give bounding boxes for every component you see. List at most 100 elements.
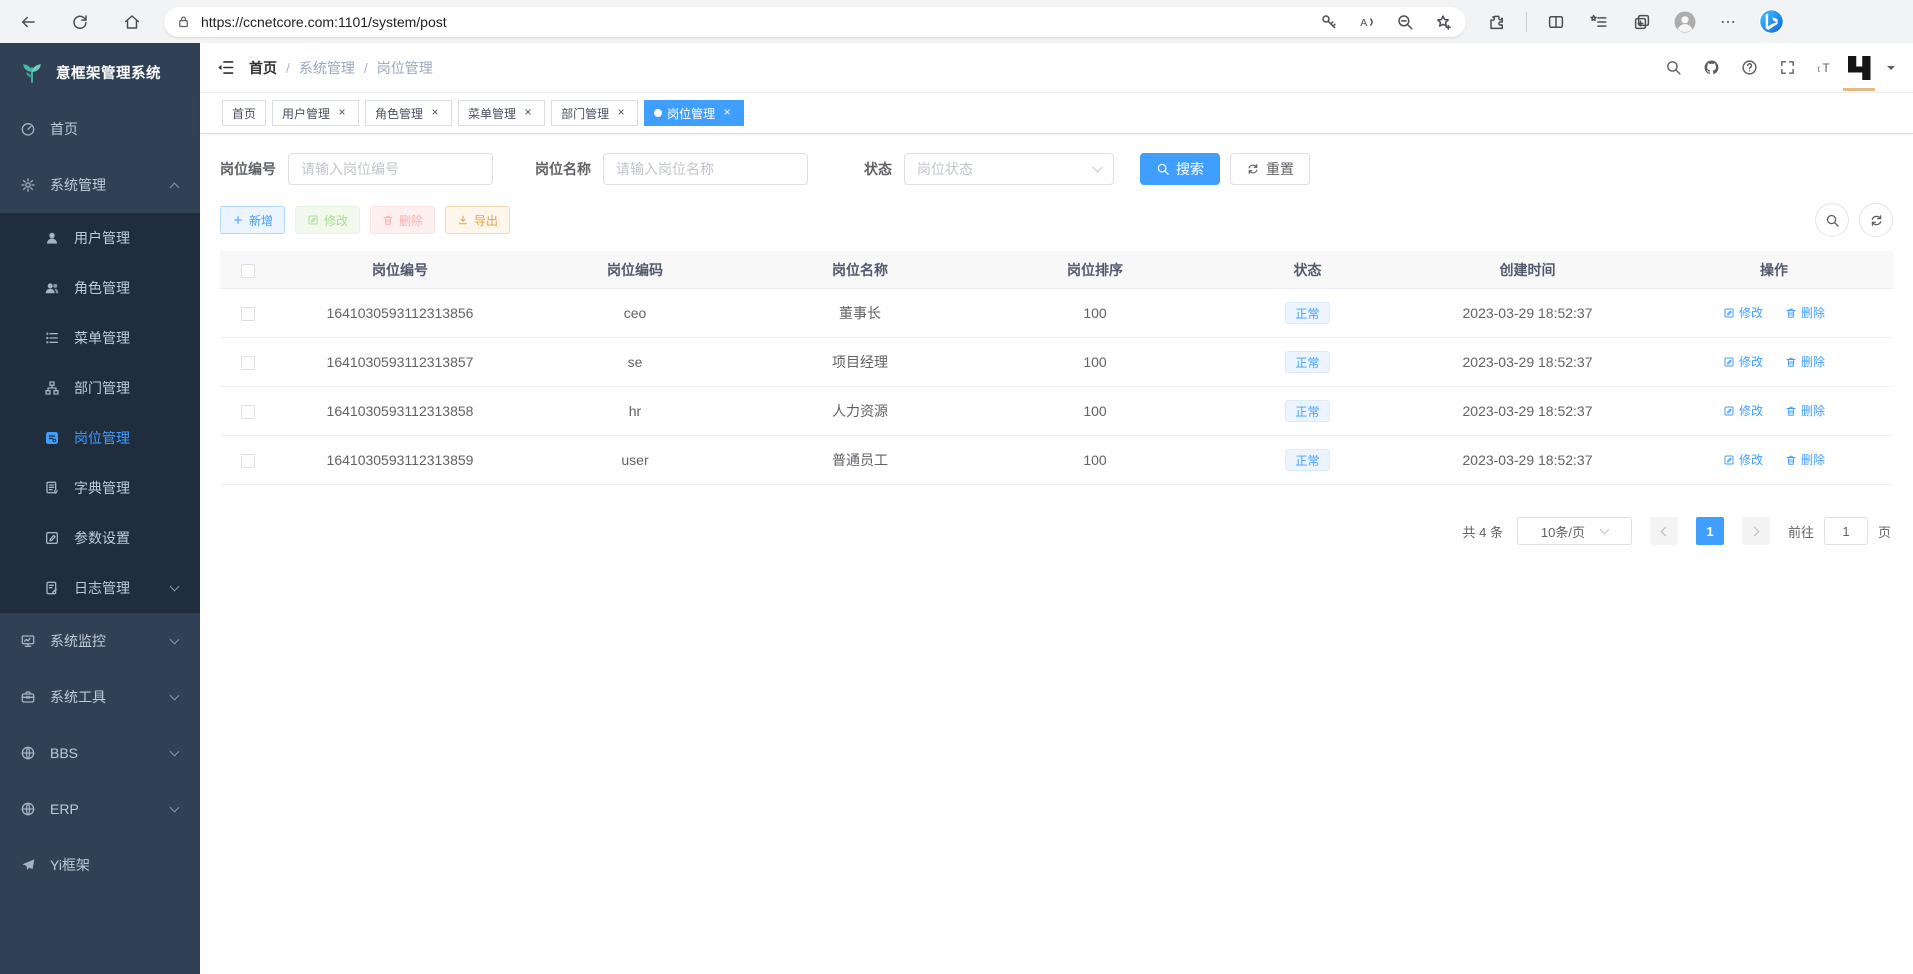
tab-角色管理[interactable]: 角色管理	[365, 100, 452, 126]
col-post-code: 岗位编码	[525, 260, 745, 280]
toggle-search-button[interactable]	[1815, 203, 1849, 237]
row-checkbox[interactable]	[241, 307, 255, 321]
row-delete-link[interactable]: 删除	[1785, 304, 1825, 321]
zoom-out-icon[interactable]	[1394, 11, 1416, 33]
breadcrumb-home[interactable]: 首页	[249, 58, 277, 78]
post-code-input[interactable]	[288, 153, 493, 185]
sidebar-item-参数设置[interactable]: 参数设置	[0, 513, 200, 563]
chevron-down-icon	[1093, 163, 1103, 173]
sidebar-toggle-icon[interactable]	[216, 58, 235, 77]
avatar[interactable]	[1842, 50, 1878, 86]
tab-首页[interactable]: 首页	[222, 100, 266, 126]
close-icon[interactable]	[428, 106, 442, 120]
search-button[interactable]: 搜索	[1140, 153, 1220, 185]
prev-page-button[interactable]	[1650, 517, 1678, 545]
refresh-icon[interactable]	[66, 8, 94, 36]
close-icon[interactable]	[720, 106, 734, 120]
tab-部门管理[interactable]: 部门管理	[551, 100, 638, 126]
bing-icon[interactable]	[1757, 8, 1785, 36]
extensions-icon[interactable]	[1483, 8, 1511, 36]
split-screen-icon[interactable]	[1542, 8, 1570, 36]
globe-icon	[20, 745, 36, 761]
close-icon[interactable]	[614, 106, 628, 120]
row-delete-link[interactable]: 删除	[1785, 402, 1825, 419]
add-button[interactable]: 新增	[220, 206, 285, 234]
search-icon[interactable]	[1665, 59, 1682, 76]
status-badge: 正常	[1285, 400, 1329, 422]
close-icon[interactable]	[521, 106, 535, 120]
sidebar-item-Yi框架[interactable]: Yi框架	[0, 837, 200, 893]
refresh-table-button[interactable]	[1859, 203, 1893, 237]
key-icon[interactable]	[1318, 11, 1340, 33]
font-size-icon[interactable]: tT	[1817, 59, 1834, 76]
post-name-input[interactable]	[603, 153, 808, 185]
row-edit-link[interactable]: 修改	[1723, 451, 1763, 468]
app-logo[interactable]: 意框架管理系统	[0, 43, 200, 101]
select-all-checkbox[interactable]	[241, 264, 255, 278]
tab-岗位管理[interactable]: 岗位管理	[644, 100, 744, 126]
row-checkbox[interactable]	[241, 405, 255, 419]
status-select[interactable]: 岗位状态	[904, 153, 1114, 185]
profile-icon[interactable]	[1671, 8, 1699, 36]
sidebar-item-BBS[interactable]: BBS	[0, 725, 200, 781]
row-delete-link[interactable]: 删除	[1785, 353, 1825, 370]
edit-button[interactable]: 修改	[295, 206, 360, 234]
cell-create-time: 2023-03-29 18:52:37	[1400, 354, 1655, 370]
sidebar-item-用户管理[interactable]: 用户管理	[0, 213, 200, 263]
delete-button[interactable]: 删除	[370, 206, 435, 234]
sidebar-item-系统监控[interactable]: 系统监控	[0, 613, 200, 669]
browser-nav-icons	[14, 8, 146, 36]
page-size-select[interactable]: 10条/页	[1517, 517, 1632, 545]
read-aloud-icon[interactable]: A	[1356, 11, 1378, 33]
cell-create-time: 2023-03-29 18:52:37	[1400, 305, 1655, 321]
sidebar-item-角色管理[interactable]: 角色管理	[0, 263, 200, 313]
sidebar-item-系统工具[interactable]: 系统工具	[0, 669, 200, 725]
plus-icon	[232, 214, 244, 226]
address-bar[interactable]: https://ccnetcore.com:1101/system/post A	[164, 7, 1466, 37]
question-icon[interactable]	[1741, 59, 1758, 76]
sidebar-item-首页[interactable]: 首页	[0, 101, 200, 157]
tab-用户管理[interactable]: 用户管理	[272, 100, 359, 126]
next-page-button[interactable]	[1742, 517, 1770, 545]
row-edit-link[interactable]: 修改	[1723, 304, 1763, 321]
row-delete-link[interactable]: 删除	[1785, 451, 1825, 468]
sidebar-item-日志管理[interactable]: 日志管理	[0, 563, 200, 613]
sidebar-item-ERP[interactable]: ERP	[0, 781, 200, 837]
table-header: 岗位编号 岗位编码 岗位名称 岗位排序 状态 创建时间 操作	[220, 251, 1893, 289]
col-post-sort: 岗位排序	[975, 260, 1215, 280]
cell-post-sort: 100	[975, 305, 1215, 321]
sidebar-item-岗位管理[interactable]: 岗位管理	[0, 413, 200, 463]
total-count: 共 4 条	[1463, 522, 1503, 541]
sidebar-item-字典管理[interactable]: 字典管理	[0, 463, 200, 513]
goto-page-input[interactable]	[1824, 517, 1868, 545]
export-button[interactable]: 导出	[445, 206, 510, 234]
chevron-icon	[170, 802, 180, 812]
edit-icon	[1723, 356, 1735, 368]
row-edit-link[interactable]: 修改	[1723, 353, 1763, 370]
table-body: 1641030593112313856 ceo 董事长 100 正常 2023-…	[220, 289, 1893, 485]
url-text[interactable]: https://ccnetcore.com:1101/system/post	[201, 14, 1318, 30]
cell-post-name: 董事长	[745, 303, 975, 323]
sidebar-item-菜单管理[interactable]: 菜单管理	[0, 313, 200, 363]
tab-菜单管理[interactable]: 菜单管理	[458, 100, 545, 126]
row-checkbox[interactable]	[241, 454, 255, 468]
favorite-add-icon[interactable]	[1432, 11, 1454, 33]
reset-button[interactable]: 重置	[1230, 153, 1310, 185]
github-icon[interactable]	[1703, 59, 1720, 76]
toolbox-icon	[20, 689, 36, 705]
row-checkbox[interactable]	[241, 356, 255, 370]
home-icon[interactable]	[118, 8, 146, 36]
back-icon[interactable]	[14, 8, 42, 36]
page-number-current[interactable]: 1	[1696, 517, 1724, 545]
user-menu[interactable]	[1842, 50, 1895, 86]
collections-icon[interactable]	[1585, 8, 1613, 36]
goto-label: 前往	[1788, 522, 1814, 541]
chevron-icon	[170, 581, 180, 591]
fullscreen-icon[interactable]	[1779, 59, 1796, 76]
close-icon[interactable]	[335, 106, 349, 120]
more-icon[interactable]	[1714, 8, 1742, 36]
sidebar-item-系统管理[interactable]: 系统管理	[0, 157, 200, 213]
sidebar-item-部门管理[interactable]: 部门管理	[0, 363, 200, 413]
tab-actions-icon[interactable]	[1628, 8, 1656, 36]
row-edit-link[interactable]: 修改	[1723, 402, 1763, 419]
